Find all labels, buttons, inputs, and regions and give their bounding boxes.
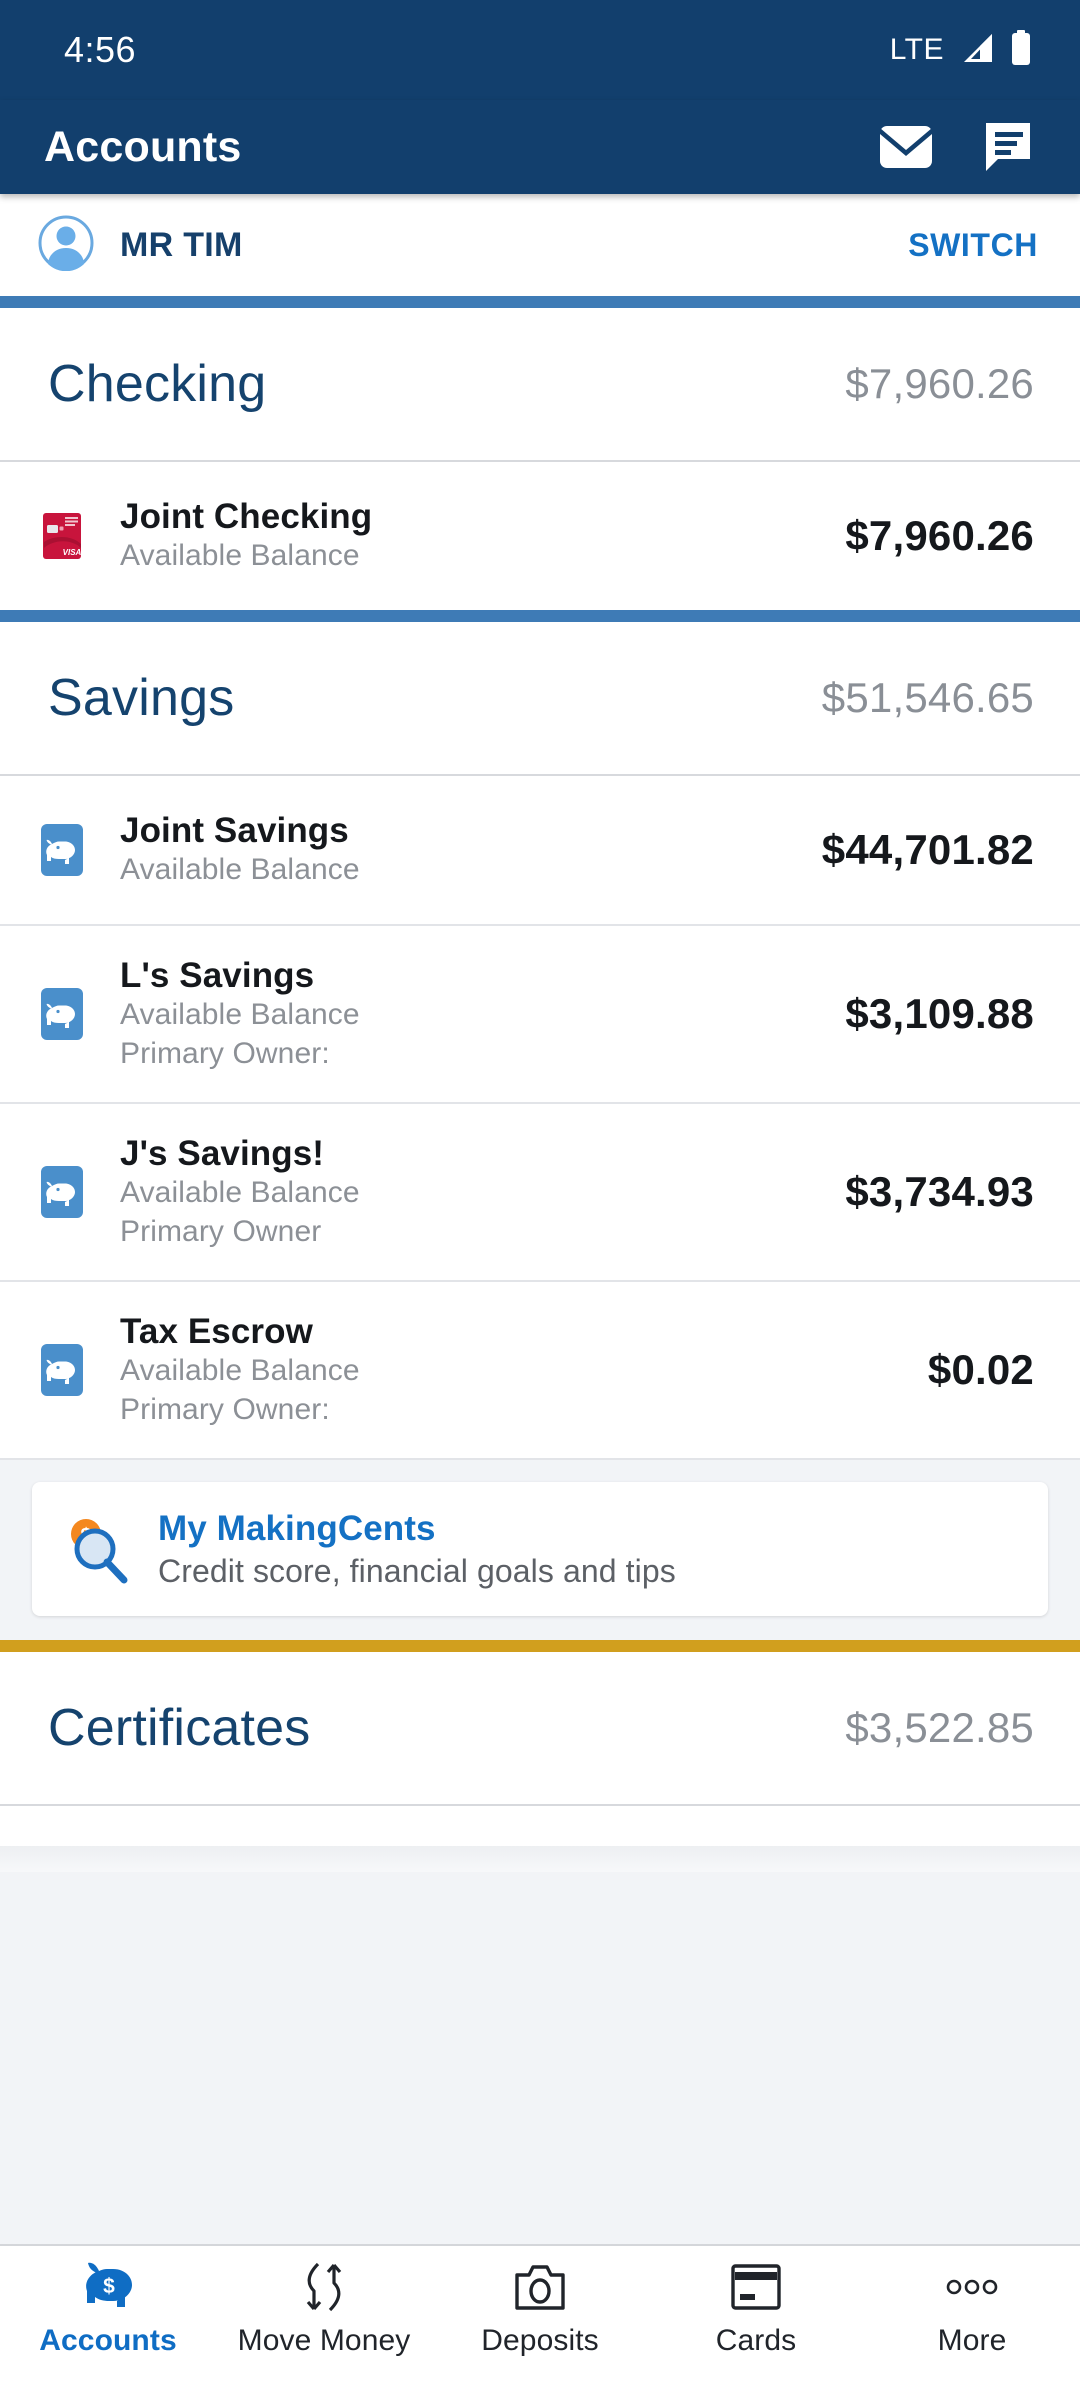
account-owner-label: Primary Owner xyxy=(120,1214,322,1248)
status-indicators: LTE xyxy=(889,29,1032,71)
account-text: Joint Checking Available Balance xyxy=(120,496,845,576)
section-header-checking[interactable]: Checking $7,960.26 xyxy=(0,308,1080,460)
account-sub-label: Available Balance xyxy=(120,1176,360,1210)
section-divider-blue xyxy=(0,296,1080,308)
account-name: Joint Savings xyxy=(120,811,349,851)
nav-label: Move Money xyxy=(237,2324,411,2357)
section-title: Checking xyxy=(48,355,267,413)
promo-title: My MakingCents xyxy=(158,1508,436,1548)
piggy-bank-icon xyxy=(34,822,90,878)
account-text: L's Savings Available Balance Primary Ow… xyxy=(120,955,845,1073)
account-balance: $3,109.88 xyxy=(845,990,1034,1037)
battery-full-icon xyxy=(1010,29,1032,71)
accounts-scroll-area[interactable]: MR TIM SWITCH Checking $7,960.26 VISA Jo… xyxy=(0,194,1080,2244)
nav-label: Cards xyxy=(715,2324,797,2357)
nav-item-accounts[interactable]: $ Accounts xyxy=(0,2260,216,2358)
section-header-certificates[interactable]: Certificates $3,522.85 xyxy=(0,1652,1080,1804)
account-sub-label: Available Balance xyxy=(120,1354,360,1388)
account-sub-label: Available Balance xyxy=(120,539,360,573)
account-row-joint-savings[interactable]: Joint Savings Available Balance $44,701.… xyxy=(0,776,1080,924)
user-identity: MR TIM xyxy=(38,215,243,276)
account-row-js-savings[interactable]: J's Savings! Available Balance Primary O… xyxy=(0,1104,1080,1280)
account-row-joint-checking[interactable]: VISA Joint Checking Available Balance $7… xyxy=(0,462,1080,610)
promo-container: $ My MakingCents Credit score, financial… xyxy=(0,1460,1080,1640)
promo-text: My MakingCents Credit score, financial g… xyxy=(158,1509,676,1590)
status-bar: 4:56 LTE xyxy=(0,0,1080,100)
nav-item-cards[interactable]: Cards xyxy=(648,2260,864,2358)
section-header-savings[interactable]: Savings $51,546.65 xyxy=(0,622,1080,774)
section-divider-gold xyxy=(0,1640,1080,1652)
account-balance: $7,960.26 xyxy=(845,512,1034,559)
svg-text:VISA: VISA xyxy=(63,548,82,557)
visa-debit-card-icon: VISA xyxy=(34,508,90,564)
account-balance: $0.02 xyxy=(927,1346,1034,1393)
piggy-bank-dollar-icon: $ xyxy=(79,2260,137,2314)
transfer-arrows-icon xyxy=(296,2260,352,2314)
more-dots-icon xyxy=(944,2260,1000,2314)
section-total: $3,522.85 xyxy=(845,1704,1034,1751)
account-text: J's Savings! Available Balance Primary O… xyxy=(120,1133,845,1251)
app-bar: Accounts xyxy=(0,100,1080,194)
piggy-bank-icon xyxy=(34,1164,90,1220)
scroll-bottom-fade xyxy=(0,1846,1080,1872)
svg-text:$: $ xyxy=(103,2275,115,2298)
account-row-ls-savings[interactable]: L's Savings Available Balance Primary Ow… xyxy=(0,926,1080,1102)
account-row-tax-escrow[interactable]: Tax Escrow Available Balance Primary Own… xyxy=(0,1282,1080,1458)
signal-bars-icon xyxy=(960,32,994,69)
nav-label: More xyxy=(937,2324,1007,2357)
account-name: Joint Checking xyxy=(120,497,373,537)
app-bar-actions xyxy=(878,119,1034,175)
app-root: 4:56 LTE Accounts MR TIM SWITCH Checking… xyxy=(0,0,1080,2400)
section-total: $51,546.65 xyxy=(821,674,1034,721)
nav-label: Accounts xyxy=(39,2324,177,2357)
credit-card-icon xyxy=(730,2260,782,2314)
account-balance: $3,734.93 xyxy=(845,1168,1034,1215)
section-divider-blue xyxy=(0,610,1080,622)
account-sub-label: Available Balance xyxy=(120,853,360,887)
user-name: MR TIM xyxy=(120,225,243,264)
piggy-bank-icon xyxy=(34,1342,90,1398)
nav-item-deposits[interactable]: Deposits xyxy=(432,2260,648,2358)
promo-subtitle: Credit score, financial goals and tips xyxy=(158,1552,676,1589)
section-total: $7,960.26 xyxy=(845,360,1034,407)
piggy-bank-icon xyxy=(34,986,90,1042)
account-name: J's Savings! xyxy=(120,1133,325,1173)
account-owner-label: Primary Owner: xyxy=(120,1392,330,1426)
account-text: Tax Escrow Available Balance Primary Own… xyxy=(120,1311,928,1429)
account-sub-label: Available Balance xyxy=(120,998,360,1032)
account-owner-label: Primary Owner: xyxy=(120,1036,330,1070)
nav-item-more[interactable]: More xyxy=(864,2260,1080,2358)
certificates-filler xyxy=(0,1806,1080,1846)
chat-bubble-icon[interactable] xyxy=(978,119,1034,175)
account-name: L's Savings xyxy=(120,955,315,995)
account-balance: $44,701.82 xyxy=(821,826,1034,873)
status-time: 4:56 xyxy=(64,29,137,70)
network-type-label: LTE xyxy=(889,33,944,66)
page-title: Accounts xyxy=(44,122,242,171)
bottom-navigation-bar: $ Accounts Move Money Deposits Cards Mor… xyxy=(0,2244,1080,2400)
magnifier-coin-icon: $ xyxy=(60,1511,136,1587)
section-title: Savings xyxy=(48,669,235,727)
section-title: Certificates xyxy=(48,1699,311,1757)
account-text: Joint Savings Available Balance xyxy=(120,810,822,890)
account-name: Tax Escrow xyxy=(120,1311,313,1351)
promo-card-my-makingcents[interactable]: $ My MakingCents Credit score, financial… xyxy=(32,1482,1048,1616)
user-switch-row[interactable]: MR TIM SWITCH xyxy=(0,194,1080,296)
nav-item-move-money[interactable]: Move Money xyxy=(216,2260,432,2358)
envelope-icon[interactable] xyxy=(878,119,934,175)
user-avatar-icon xyxy=(38,215,94,276)
switch-user-button[interactable]: SWITCH xyxy=(908,227,1038,264)
nav-label: Deposits xyxy=(481,2324,599,2357)
camera-icon xyxy=(512,2260,568,2314)
